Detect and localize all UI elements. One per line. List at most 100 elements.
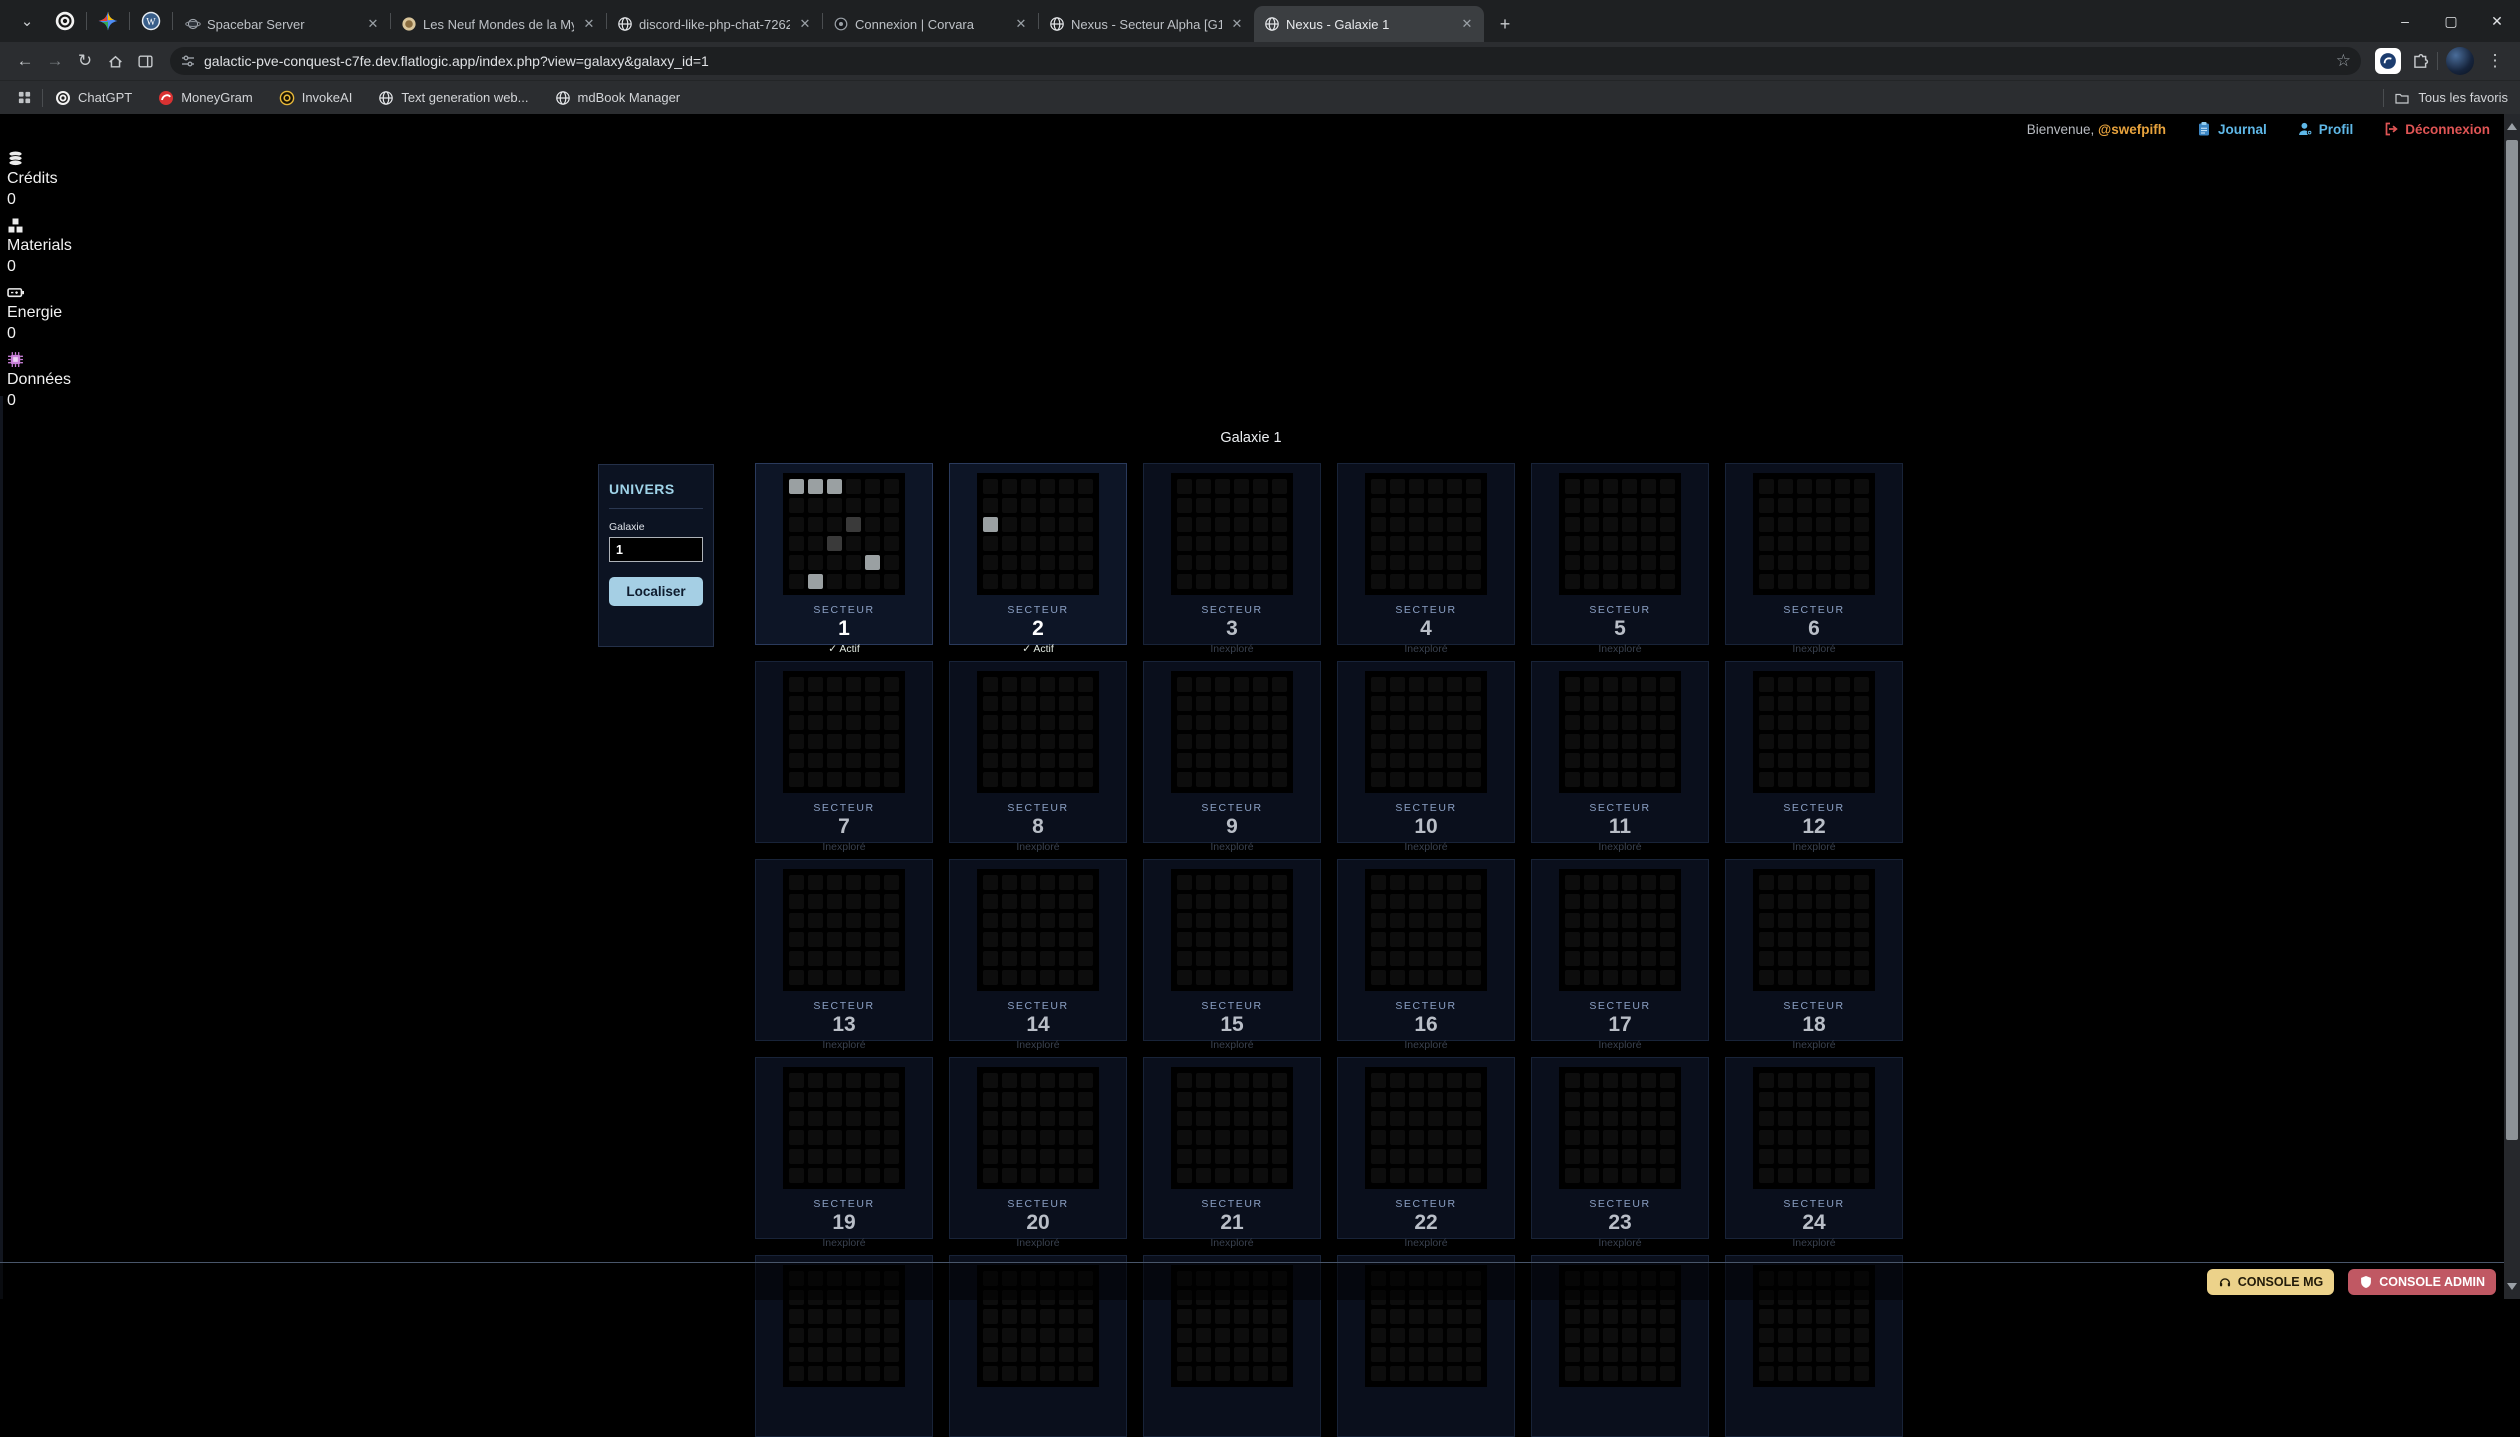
sector-card-2[interactable]: SECTEUR2✓ Actif [949,463,1127,645]
minimap-cell [846,498,861,513]
minimap-cell [1215,715,1230,730]
browser-tab-3[interactable]: discord-like-php-chat-7262.dev✕ [607,6,822,42]
tab-close-icon[interactable]: ✕ [1228,15,1246,33]
minimap-cell [1040,951,1055,966]
tune-icon[interactable] [180,53,196,69]
sector-card-17[interactable]: SECTEUR17Inexploré [1531,859,1709,1041]
sector-card-18[interactable]: SECTEUR18Inexploré [1725,859,1903,1041]
browser-tab-1[interactable]: Spacebar Server✕ [175,6,390,42]
tab-close-icon[interactable]: ✕ [364,15,382,33]
sector-card-15[interactable]: SECTEUR15Inexploré [1143,859,1321,1041]
bookmark-invokeai[interactable]: InvokeAI [279,90,353,106]
pinned-tab-wordpress-icon[interactable]: W [134,4,168,38]
minimap-cell [1565,951,1580,966]
menu-dots-icon[interactable]: ⋮ [2480,46,2510,76]
tab-search-icon[interactable]: ⌄ [10,4,44,38]
tab-close-icon[interactable]: ✕ [796,15,814,33]
sector-card-1[interactable]: SECTEUR1✓ Actif [755,463,933,645]
userbar-link-deconnexion[interactable]: Déconnexion [2383,121,2490,137]
sector-card-12[interactable]: SECTEUR12Inexploré [1725,661,1903,843]
sector-card-20[interactable]: SECTEUR20Inexploré [949,1057,1127,1239]
sector-card-24[interactable]: SECTEUR24Inexploré [1725,1057,1903,1239]
minimap-cell [808,1347,823,1362]
minimap-cell [1854,715,1869,730]
resource-label: Données [7,369,72,390]
ring-favicon-icon [833,16,849,32]
minimap-cell [1390,715,1405,730]
minimap-cell [1177,1149,1192,1164]
minimap-cell [884,677,899,692]
extension-icon[interactable] [2375,48,2401,74]
address-bar[interactable]: galactic-pve-conquest-c7fe.dev.flatlogic… [170,47,2361,75]
minimap-cell [1040,1073,1055,1088]
tab-close-icon[interactable]: ✕ [580,15,598,33]
minimap-cell [1078,555,1093,570]
profile-avatar[interactable] [2446,47,2474,75]
scrollbar-up-arrow-icon[interactable] [2507,123,2517,130]
sector-card-8[interactable]: SECTEUR8Inexploré [949,661,1127,843]
sector-card-6[interactable]: SECTEUR6Inexploré [1725,463,1903,645]
scrollbar-down-arrow-icon[interactable] [2507,1283,2517,1290]
browser-tab-6[interactable]: Nexus - Galaxie 1✕ [1254,6,1484,42]
sector-minimap [1171,473,1293,595]
url-text[interactable]: galactic-pve-conquest-c7fe.dev.flatlogic… [204,53,2336,69]
sector-card-5[interactable]: SECTEUR5Inexploré [1531,463,1709,645]
browser-tab-4[interactable]: Connexion | Corvara✕ [823,6,1038,42]
tab-close-icon[interactable]: ✕ [1012,15,1030,33]
scrollbar-thumb[interactable] [2506,140,2518,1140]
new-tab-button[interactable]: + [1490,9,1520,39]
localiser-button[interactable]: Localiser [609,577,703,606]
minimap-cell [789,753,804,768]
minimap-cell [827,536,842,551]
pinned-tab-openai-knot-icon[interactable] [48,4,82,38]
minimap-cell [1835,772,1850,787]
sector-card-10[interactable]: SECTEUR10Inexploré [1337,661,1515,843]
sector-card-21[interactable]: SECTEUR21Inexploré [1143,1057,1321,1239]
close-window-button[interactable]: ✕ [2474,0,2520,42]
sector-card-22[interactable]: SECTEUR22Inexploré [1337,1057,1515,1239]
sector-card-14[interactable]: SECTEUR14Inexploré [949,859,1127,1041]
minimap-cell [1565,479,1580,494]
sector-card-16[interactable]: SECTEUR16Inexploré [1337,859,1515,1041]
apps-grid-icon[interactable] [12,83,36,113]
bookmark-chatgpt[interactable]: ChatGPT [55,90,132,106]
minimap-cell [1272,715,1287,730]
minimap-cell [1215,696,1230,711]
forward-icon[interactable]: → [40,46,70,76]
minimap-cell [1409,696,1424,711]
browser-tab-5[interactable]: Nexus - Secteur Alpha [G1]✕ [1039,6,1254,42]
sector-card-23[interactable]: SECTEUR23Inexploré [1531,1057,1709,1239]
sector-card-19[interactable]: SECTEUR19Inexploré [755,1057,933,1239]
console-admin-button[interactable]: CONSOLE ADMIN [2348,1269,2496,1295]
maximize-button[interactable]: ▢ [2428,0,2474,42]
browser-tab-2[interactable]: Les Neuf Mondes de la Mytholo✕ [391,6,606,42]
minimap-cell [983,498,998,513]
extensions-puzzle-icon[interactable] [2405,46,2435,76]
userbar-link-journal[interactable]: Journal [2196,121,2267,137]
console-mg-button[interactable]: CONSOLE MG [2207,1269,2334,1295]
minimap-cell [1059,517,1074,532]
sector-card-9[interactable]: SECTEUR9Inexploré [1143,661,1321,843]
side-panel-icon[interactable] [130,46,160,76]
minimize-button[interactable]: – [2382,0,2428,42]
page-scrollbar[interactable] [2504,114,2520,1299]
minimap-cell [846,536,861,551]
bookmark-text-generation-web-[interactable]: Text generation web... [378,90,528,106]
sector-card-3[interactable]: SECTEUR3Inexploré [1143,463,1321,645]
sector-card-7[interactable]: SECTEUR7Inexploré [755,661,933,843]
sector-card-13[interactable]: SECTEUR13Inexploré [755,859,933,1041]
bookmark-mdbook-manager[interactable]: mdBook Manager [555,90,681,106]
bookmark-moneygram[interactable]: MoneyGram [158,90,253,106]
userbar-link-profil[interactable]: Profil [2297,121,2354,137]
galaxie-input[interactable] [609,537,703,562]
bookmark-star-icon[interactable]: ☆ [2336,51,2351,71]
sector-card-11[interactable]: SECTEUR11Inexploré [1531,661,1709,843]
back-icon[interactable]: ← [10,46,40,76]
pinned-tab-color-sparkle-icon[interactable] [91,4,125,38]
all-bookmarks[interactable]: Tous les favoris [2381,89,2508,107]
minimap-cell [1234,894,1249,909]
sector-card-4[interactable]: SECTEUR4Inexploré [1337,463,1515,645]
reload-icon[interactable]: ↻ [70,46,100,76]
home-icon[interactable] [100,46,130,76]
tab-close-icon[interactable]: ✕ [1458,15,1476,33]
